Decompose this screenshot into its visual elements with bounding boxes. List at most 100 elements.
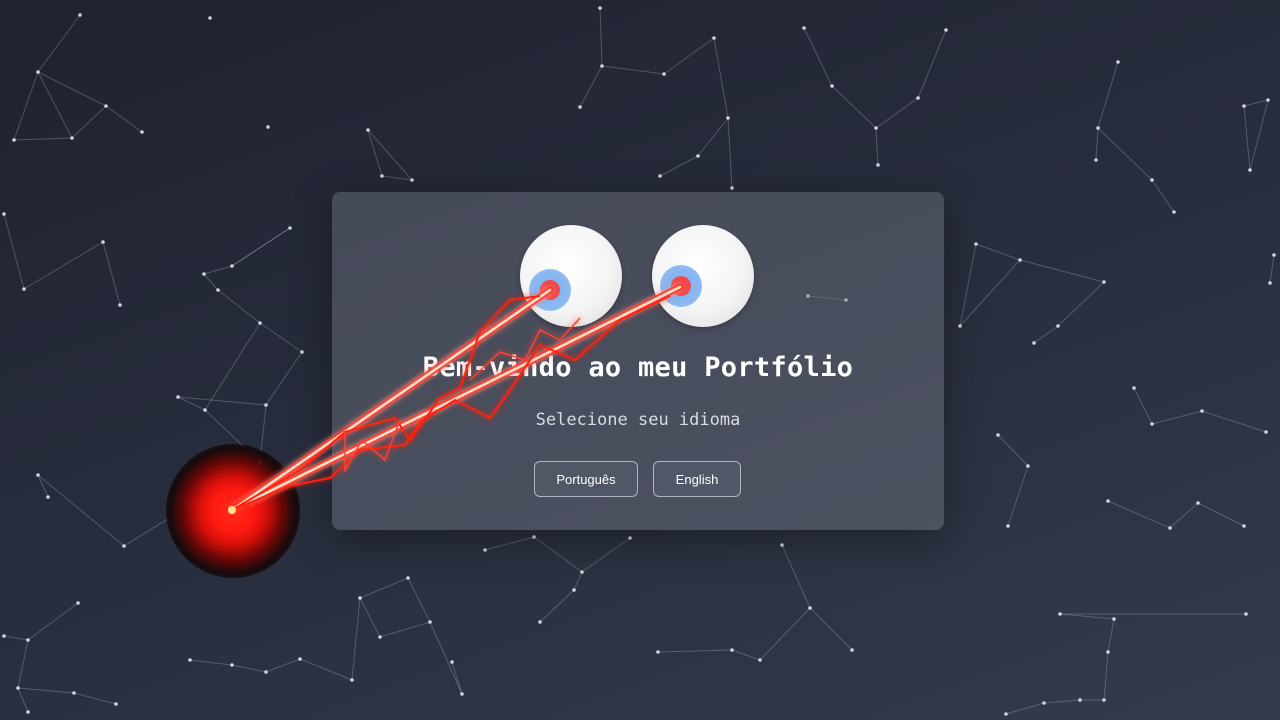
constellation-node <box>780 543 784 547</box>
constellation-link <box>1269 254 1275 284</box>
constellation-link <box>1043 699 1081 704</box>
right-pupil <box>671 276 691 296</box>
constellation-link <box>367 129 413 181</box>
constellation-node <box>264 403 268 407</box>
constellation-link <box>601 65 665 75</box>
constellation-node <box>264 670 268 674</box>
constellation-link <box>1033 325 1059 344</box>
constellation-node <box>1106 650 1110 654</box>
constellation-node <box>208 16 212 20</box>
constellation-node <box>730 186 734 190</box>
welcome-card: Bem-vindo ao meu Portfólio Selecione seu… <box>332 192 944 530</box>
constellation-node <box>230 264 234 268</box>
constellation-node <box>1032 341 1036 345</box>
constellation-link <box>484 536 535 551</box>
language-prompt: Selecione seu idioma <box>535 410 741 430</box>
constellation-node <box>1078 698 1082 702</box>
constellation-node <box>1268 281 1272 285</box>
constellation-node <box>70 136 74 140</box>
constellation-node <box>1200 409 1204 413</box>
constellation-link <box>73 692 117 705</box>
constellation-node <box>808 606 812 610</box>
constellation-node <box>730 648 734 652</box>
portuguese-button[interactable]: Português <box>534 461 638 497</box>
constellation-node <box>712 36 716 40</box>
constellation-link <box>407 577 431 623</box>
constellation-node <box>944 28 948 32</box>
constellation-link <box>781 544 811 609</box>
constellation-link <box>975 243 1021 261</box>
constellation-node <box>46 495 50 499</box>
constellation-node <box>22 287 26 291</box>
constellation-node <box>658 174 662 178</box>
constellation-node <box>1094 158 1098 162</box>
constellation-node <box>12 138 16 142</box>
constellation-link <box>17 639 29 689</box>
constellation-node <box>358 596 362 600</box>
constellation-link <box>1197 502 1245 527</box>
constellation-link <box>204 409 261 463</box>
constellation-link <box>1095 127 1099 161</box>
constellation-link <box>1169 502 1199 529</box>
constellation-link <box>875 97 919 129</box>
constellation-node <box>532 535 536 539</box>
constellation-node <box>1248 168 1252 172</box>
constellation-link <box>831 85 877 129</box>
right-eye <box>652 225 754 327</box>
constellation-link <box>1107 618 1115 653</box>
constellation-link <box>359 597 381 638</box>
constellation-link <box>204 322 261 411</box>
constellation-link <box>231 227 291 267</box>
constellation-node <box>1096 126 1100 130</box>
constellation-link <box>727 117 733 189</box>
english-button[interactable]: English <box>653 461 741 497</box>
constellation-link <box>231 664 267 673</box>
welcome-title: Bem-vindo ao meu Portfólio <box>422 352 854 383</box>
constellation-link <box>759 607 811 661</box>
constellation-node <box>266 125 270 129</box>
constellation-link <box>13 71 39 141</box>
constellation-node <box>483 548 487 552</box>
constellation-node <box>1196 501 1200 505</box>
constellation-node <box>202 272 206 276</box>
constellation-node <box>656 650 660 654</box>
constellation-link <box>875 127 879 166</box>
constellation-link <box>37 71 73 139</box>
constellation-node <box>726 116 730 120</box>
constellation-node <box>1042 701 1046 705</box>
constellation-link <box>803 27 833 87</box>
constellation-node <box>140 130 144 134</box>
constellation-link <box>533 536 583 573</box>
constellation-link <box>379 621 431 638</box>
constellation-node <box>1102 280 1106 284</box>
constellation-link <box>697 117 729 157</box>
constellation-node <box>1264 430 1268 434</box>
constellation-node <box>26 638 30 642</box>
constellation-link <box>599 7 603 67</box>
constellation-node <box>598 6 602 10</box>
constellation-link <box>367 129 383 177</box>
constellation-link <box>259 404 267 463</box>
constellation-link <box>1243 99 1269 107</box>
constellation-node <box>1266 98 1270 102</box>
constellation-link <box>299 658 353 681</box>
constellation-node <box>1102 698 1106 702</box>
constellation-node <box>410 178 414 182</box>
constellation-link <box>3 635 29 641</box>
constellation-node <box>1244 612 1248 616</box>
constellation-link <box>37 474 125 547</box>
constellation-node <box>1242 104 1246 108</box>
constellation-node <box>572 588 576 592</box>
constellation-node <box>350 678 354 682</box>
constellation-node <box>1242 524 1246 528</box>
constellation-node <box>101 240 105 244</box>
left-eye <box>520 225 622 327</box>
constellation-node <box>300 350 304 354</box>
constellation-node <box>916 96 920 100</box>
constellation-link <box>37 14 81 73</box>
constellation-node <box>366 128 370 132</box>
constellation-link <box>1103 651 1109 701</box>
constellation-node <box>758 658 762 662</box>
constellation-link <box>351 597 361 681</box>
constellation-node <box>216 288 220 292</box>
